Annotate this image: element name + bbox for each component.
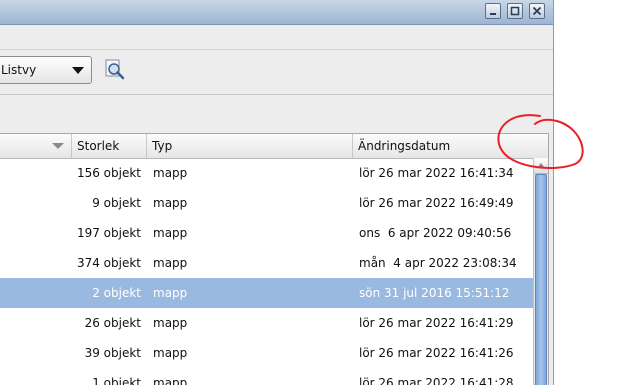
maximize-button[interactable] [507,3,523,19]
scroll-thumb[interactable] [535,174,547,385]
item-date: lör 26 mar 2022 16:41:29 [359,316,514,330]
item-date: lör 26 mar 2022 16:49:49 [359,196,514,210]
minimize-icon [490,13,496,15]
item-size: 1 objekt [92,376,141,385]
list-rows: 156 objekt mapp lör 26 mar 2022 16:41:34… [0,158,533,385]
item-type: mapp [153,196,188,210]
item-date: lör 26 mar 2022 16:41:34 [359,166,514,180]
list-item[interactable]: 374 objekt mapp mån 4 apr 2022 23:08:34 [0,248,533,278]
item-size: 26 objekt [84,316,141,330]
item-type: mapp [153,226,188,240]
minimize-button[interactable] [485,3,501,19]
chevron-down-icon [72,67,84,74]
item-date: ons 6 apr 2022 09:40:56 [359,226,512,240]
title-bar[interactable] [0,0,553,25]
view-toolbar: Listvy [0,50,553,95]
item-type: mapp [153,286,188,300]
item-size: 2 objekt [92,286,141,300]
item-size: 9 objekt [92,196,141,210]
list-item[interactable]: 1 objekt mapp lör 26 mar 2022 16:41:28 [0,368,533,385]
column-header-date[interactable]: Ändringsdatum [353,134,533,158]
item-type: mapp [153,316,188,330]
list-item[interactable]: 26 objekt mapp lör 26 mar 2022 16:41:29 [0,308,533,338]
scroll-up-button[interactable] [534,158,548,174]
item-type: mapp [153,376,188,385]
file-list: Storlek Typ Ändringsdatum 156 objekt map… [0,133,549,385]
location-area [0,95,553,133]
item-type: mapp [153,166,188,180]
list-header: Storlek Typ Ändringsdatum [0,134,548,159]
zoom-icon [105,59,125,80]
view-mode-label: Listvy [1,63,37,77]
item-date: lör 26 mar 2022 16:41:26 [359,346,514,360]
item-size: 156 objekt [76,166,141,180]
view-mode-select[interactable]: Listvy [0,56,92,84]
menu-area [0,25,553,50]
item-size: 197 objekt [76,226,141,240]
sort-arrow-icon [52,143,64,149]
close-button[interactable] [529,3,545,19]
zoom-button[interactable] [104,59,126,81]
item-type: mapp [153,346,188,360]
item-date: mån 4 apr 2022 23:08:34 [359,256,517,270]
list-item[interactable]: 197 objekt mapp ons 6 apr 2022 09:40:56 [0,218,533,248]
list-item[interactable]: 39 objekt mapp lör 26 mar 2022 16:41:26 [0,338,533,368]
file-manager-window: Listvy Storlek Typ Ändringsdatum 156 obj… [0,0,554,385]
vertical-scrollbar[interactable] [533,158,548,385]
list-item[interactable]: 9 objekt mapp lör 26 mar 2022 16:49:49 [0,188,533,218]
maximize-icon [510,6,520,16]
list-item[interactable]: 2 objekt mapp sön 31 jul 2016 15:51:12 [0,278,533,308]
column-header-name[interactable] [0,134,72,158]
close-icon [532,6,542,16]
list-item[interactable]: 156 objekt mapp lör 26 mar 2022 16:41:34 [0,158,533,188]
item-size: 374 objekt [76,256,141,270]
item-size: 39 objekt [84,346,141,360]
item-type: mapp [153,256,188,270]
column-header-size[interactable]: Storlek [72,134,147,158]
item-date: sön 31 jul 2016 15:51:12 [359,286,510,300]
item-date: lör 26 mar 2022 16:41:28 [359,376,514,385]
column-header-type[interactable]: Typ [147,134,353,158]
